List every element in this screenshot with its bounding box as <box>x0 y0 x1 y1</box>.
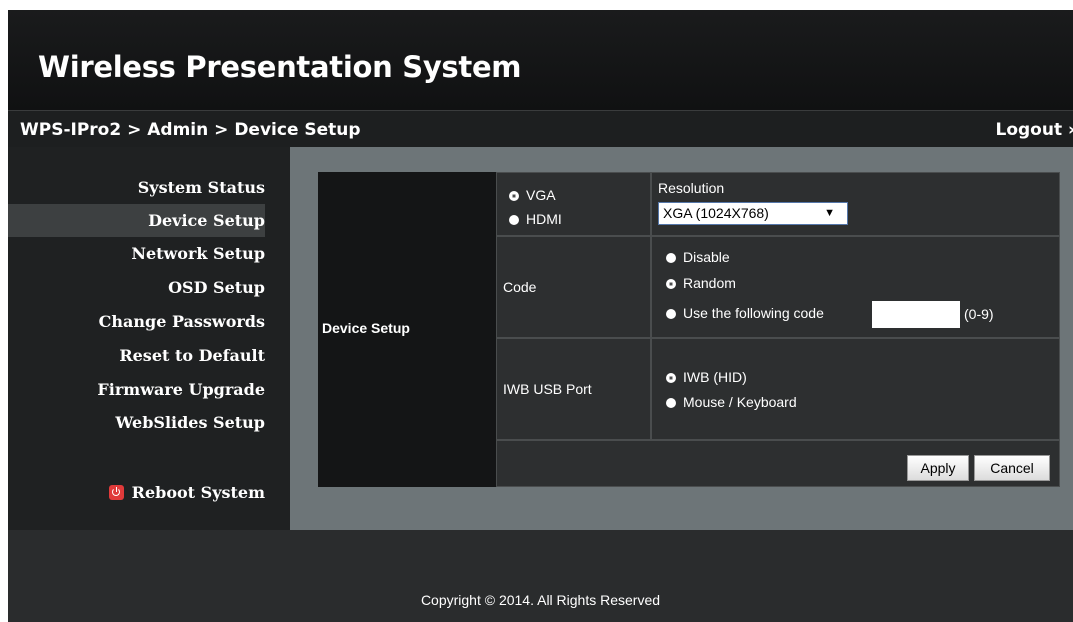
apply-button[interactable]: Apply <box>907 455 969 481</box>
reboot-system-button[interactable]: Reboot System <box>108 483 265 502</box>
resolution-value: XGA (1024X768) <box>663 205 769 221</box>
breadcrumb: WPS-IPro2 > Admin > Device Setup <box>20 120 361 140</box>
iwb-usb-port-label: IWB USB Port <box>503 381 592 397</box>
vga-radio-dot <box>509 191 519 202</box>
chevron-down-icon: ▼ <box>824 207 835 219</box>
app-title: Wireless Presentation System <box>38 50 522 84</box>
resolution-label: Resolution <box>658 180 725 196</box>
disable-radio-dot <box>666 253 676 264</box>
code-input[interactable] <box>872 301 960 328</box>
resolution-cell: Resolution XGA (1024X768) ▼ <box>651 172 1060 236</box>
code-label-cell: Code <box>496 236 651 338</box>
code-range-hint: (0-9) <box>964 306 994 322</box>
sidebar-item-system-status[interactable]: System Status <box>8 171 265 204</box>
reboot-system-label: Reboot System <box>131 483 265 502</box>
code-random-radio[interactable]: Random <box>666 275 736 291</box>
breadcrumb-bar: WPS-IPro2 > Admin > Device Setup Logout … <box>8 110 1073 148</box>
iwb-label-cell: IWB USB Port <box>496 338 651 440</box>
vga-label: VGA <box>526 187 556 203</box>
iwb-hid-radio[interactable]: IWB (HID) <box>666 369 747 385</box>
cancel-button[interactable]: Cancel <box>974 455 1050 481</box>
code-disable-radio[interactable]: Disable <box>666 249 730 265</box>
footer: Copyright © 2014. All Rights Reserved <box>8 530 1073 622</box>
copyright-text: Copyright © 2014. All Rights Reserved <box>420 592 661 608</box>
header: Wireless Presentation System <box>8 10 1073 110</box>
random-radio-dot <box>666 279 676 290</box>
sidebar-item-change-passwords[interactable]: Change Passwords <box>8 305 265 338</box>
code-options-cell: Disable Random Use the following code (0… <box>651 236 1060 338</box>
sidebar-item-device-setup[interactable]: Device Setup <box>8 204 265 237</box>
mouse-keyboard-radio-dot <box>666 398 676 409</box>
actions-cell: Apply Cancel <box>496 440 1060 487</box>
iwb-hid-label: IWB (HID) <box>683 369 747 385</box>
vga-radio[interactable]: VGA <box>509 187 556 203</box>
mouse-keyboard-label: Mouse / Keyboard <box>683 394 797 410</box>
output-select-cell: VGA HDMI <box>496 172 651 236</box>
custom-code-label: Use the following code <box>683 305 824 321</box>
mouse-keyboard-radio[interactable]: Mouse / Keyboard <box>666 394 797 410</box>
main-content: Device Setup VGA HDMI Resolution XGA (10… <box>290 147 1073 530</box>
hdmi-label: HDMI <box>526 211 562 227</box>
code-label: Code <box>503 279 537 295</box>
disable-label: Disable <box>683 249 730 265</box>
device-setup-section: Device Setup <box>318 172 496 487</box>
sidebar-item-reset-to-default[interactable]: Reset to Default <box>8 339 265 372</box>
device-setup-label: Device Setup <box>322 320 410 336</box>
resolution-select[interactable]: XGA (1024X768) ▼ <box>658 202 848 225</box>
logout-link[interactable]: Logout » <box>996 120 1073 140</box>
sidebar-item-network-setup[interactable]: Network Setup <box>8 237 265 270</box>
hdmi-radio-dot <box>509 215 519 226</box>
custom-radio-dot <box>666 309 676 320</box>
sidebar-item-osd-setup[interactable]: OSD Setup <box>8 271 265 304</box>
sidebar-item-webslides-setup[interactable]: WebSlides Setup <box>8 406 265 439</box>
hdmi-radio[interactable]: HDMI <box>509 211 562 227</box>
code-custom-radio[interactable]: Use the following code <box>666 305 824 321</box>
sidebar-item-firmware-upgrade[interactable]: Firmware Upgrade <box>8 373 265 406</box>
power-icon <box>108 485 124 500</box>
sidebar: System Status Device Setup Network Setup… <box>8 147 290 530</box>
iwb-options-cell: IWB (HID) Mouse / Keyboard <box>651 338 1060 440</box>
device-setup-panel: Device Setup VGA HDMI Resolution XGA (10… <box>318 172 1060 487</box>
app-window: Wireless Presentation System WPS-IPro2 >… <box>8 10 1073 622</box>
random-label: Random <box>683 275 736 291</box>
iwb-hid-radio-dot <box>666 373 676 384</box>
